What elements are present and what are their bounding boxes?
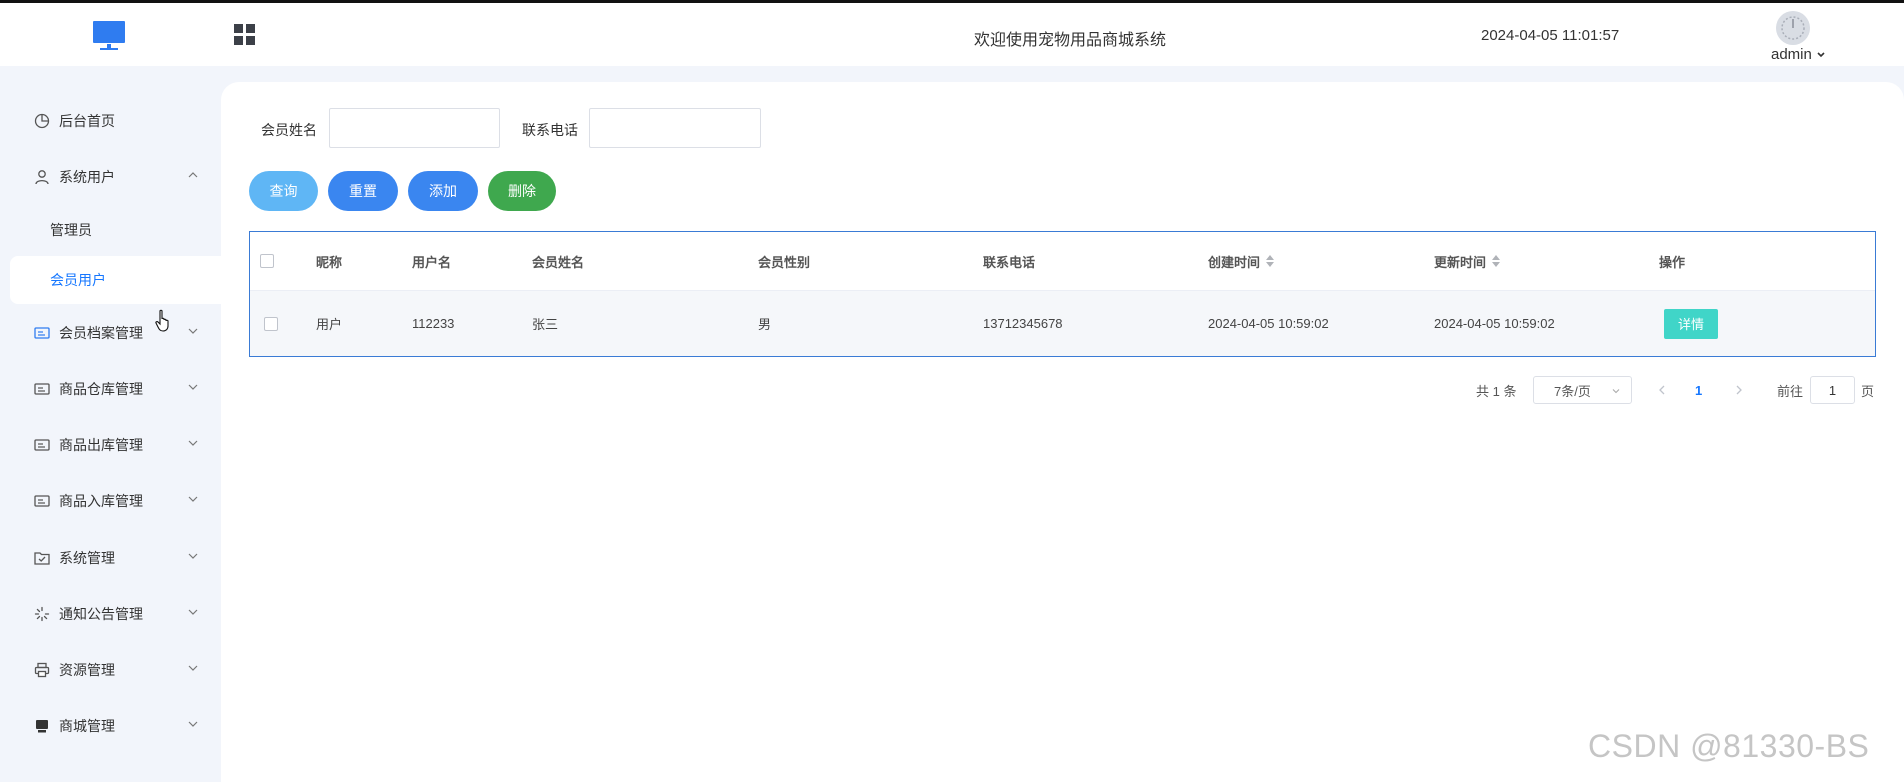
add-button[interactable]: 添加 <box>408 171 478 211</box>
cell-member-name: 张三 <box>532 317 559 332</box>
user-icon <box>33 168 51 186</box>
current-datetime: 2024-04-05 11:01:57 <box>1481 27 1620 44</box>
select-all-checkbox[interactable] <box>260 254 274 268</box>
delete-button[interactable]: 删除 <box>488 171 556 211</box>
column-header-created[interactable]: 创建时间 <box>1208 232 1275 290</box>
phone-label: 联系电话 <box>522 122 578 138</box>
chevron-down-icon <box>188 609 198 615</box>
sort-icon[interactable] <box>1266 255 1275 267</box>
loading-icon <box>33 605 51 623</box>
sidebar-item-label: 后台首页 <box>59 113 115 129</box>
user-menu[interactable]: admin <box>1771 46 1826 63</box>
sidebar-item-stock-in[interactable]: 商品入库管理 <box>10 479 221 523</box>
avatar[interactable] <box>1776 11 1810 45</box>
column-header-gender: 会员性别 <box>758 254 811 270</box>
cell-actions: 详情 <box>1664 291 1718 356</box>
watermark-text: CSDN @81330-BS <box>1588 728 1870 764</box>
sidebar-item-label: 通知公告管理 <box>59 606 143 622</box>
id-card-icon <box>33 324 51 342</box>
goto-label: 前往 <box>1777 383 1804 399</box>
monitor-icon <box>33 717 51 735</box>
sidebar-item-system-users[interactable]: 系统用户 <box>10 155 221 199</box>
avatar-image-icon <box>1776 11 1810 45</box>
query-button[interactable]: 查询 <box>249 171 318 211</box>
sidebar-item-label: 系统用户 <box>59 169 115 185</box>
page-suffix-label: 页 <box>1861 383 1875 399</box>
chevron-down-icon <box>188 721 198 727</box>
sidebar-item-label: 商品仓库管理 <box>59 381 143 397</box>
chevron-up-icon <box>188 172 198 178</box>
id-card-icon <box>33 492 51 510</box>
sidebar-item-label: 商城管理 <box>59 718 115 734</box>
chevron-down-icon <box>1612 389 1620 394</box>
sidebar-item-dashboard[interactable]: 后台首页 <box>10 99 221 143</box>
sidebar-item-label: 系统管理 <box>59 550 115 566</box>
table-header: 昵称 用户名 会员姓名 会员性别 联系电话 创建时间 更新时间 操作 <box>250 232 1875 291</box>
cell-updated: 2024-04-05 10:59:02 <box>1434 316 1555 331</box>
sidebar-item-mall[interactable]: 商城管理 <box>10 704 221 748</box>
column-header-phone: 联系电话 <box>983 254 1036 270</box>
column-header-updated[interactable]: 更新时间 <box>1434 232 1501 290</box>
column-header-nickname: 昵称 <box>316 254 343 270</box>
sidebar-item-label: 商品入库管理 <box>59 493 143 509</box>
chevron-down-icon <box>188 496 198 502</box>
cell-nickname: 用户 <box>316 317 343 332</box>
member-name-input[interactable] <box>329 108 500 148</box>
chevron-down-icon <box>188 553 198 559</box>
member-name-label: 会员姓名 <box>261 122 317 138</box>
username-label: admin <box>1771 46 1812 63</box>
column-header-username: 用户名 <box>412 254 452 270</box>
chevron-down-icon <box>188 328 198 334</box>
detail-button[interactable]: 详情 <box>1664 308 1718 339</box>
sidebar-item-label: 会员档案管理 <box>59 325 143 341</box>
goto-page-input[interactable] <box>1810 376 1855 404</box>
sidebar-item-resources[interactable]: 资源管理 <box>10 648 221 692</box>
pie-chart-icon <box>33 112 51 130</box>
column-header-created-label: 创建时间 <box>1208 254 1261 270</box>
sidebar-item-warehouse[interactable]: 商品仓库管理 <box>10 367 221 411</box>
sidebar-item-system-settings[interactable]: 系统管理 <box>10 536 221 580</box>
page-number-current[interactable]: 1 <box>1695 376 1702 404</box>
pagination-total: 共 1 条 <box>1476 383 1517 399</box>
header-checkbox-cell <box>260 232 274 290</box>
page-size-select[interactable]: 7条/页 <box>1533 376 1632 404</box>
row-checkbox[interactable] <box>264 316 278 331</box>
sidebar-subitem-admin[interactable]: 管理员 <box>10 206 221 254</box>
id-card-icon <box>33 380 51 398</box>
phone-input[interactable] <box>589 108 761 148</box>
cell-username: 112233 <box>412 316 455 331</box>
sidebar-item-stock-out[interactable]: 商品出库管理 <box>10 423 221 467</box>
member-table: 昵称 用户名 会员姓名 会员性别 联系电话 创建时间 更新时间 操作 用户 11… <box>249 231 1876 357</box>
cell-created: 2024-04-05 10:59:02 <box>1208 316 1329 331</box>
reset-button[interactable]: 重置 <box>328 171 398 211</box>
column-header-member-name: 会员姓名 <box>532 254 585 270</box>
sort-icon[interactable] <box>1492 255 1501 267</box>
chevron-down-icon <box>1817 52 1825 58</box>
printer-icon <box>33 661 51 679</box>
chevron-down-icon <box>188 384 198 390</box>
sidebar-subitem-members[interactable]: 会员用户 <box>10 256 221 304</box>
next-page-icon[interactable] <box>1733 384 1745 396</box>
column-header-actions: 操作 <box>1659 254 1686 270</box>
cell-phone: 13712345678 <box>983 316 1063 331</box>
column-header-updated-label: 更新时间 <box>1434 254 1487 270</box>
sidebar-item-label: 商品出库管理 <box>59 437 143 453</box>
chevron-down-icon <box>188 665 198 671</box>
cell-gender: 男 <box>758 317 772 332</box>
page-size-value: 7条/页 <box>1554 383 1591 399</box>
top-header: 欢迎使用宠物用品商城系统 2024-04-05 11:01:57 admin <box>0 3 1904 66</box>
hand-cursor-icon <box>155 309 169 332</box>
folder-check-icon <box>33 549 51 567</box>
sidebar-item-label: 资源管理 <box>59 662 115 678</box>
sidebar-item-member-archives[interactable]: 会员档案管理 <box>10 311 221 355</box>
id-card-icon <box>33 436 51 454</box>
table-row: 用户 112233 张三 男 13712345678 2024-04-05 10… <box>250 291 1875 356</box>
sidebar-item-announcements[interactable]: 通知公告管理 <box>10 592 221 636</box>
prev-page-icon[interactable] <box>1656 384 1668 396</box>
chevron-down-icon <box>188 440 198 446</box>
row-checkbox-cell <box>264 291 278 356</box>
